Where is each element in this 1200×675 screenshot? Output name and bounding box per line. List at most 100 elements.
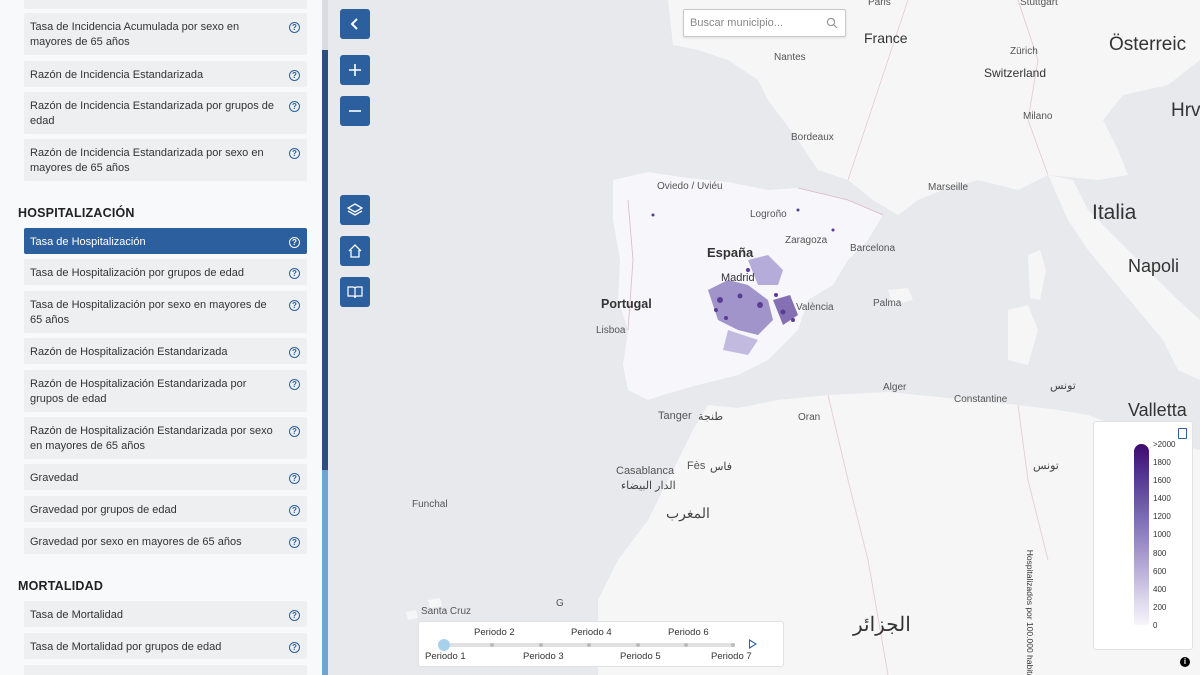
map-label-maghrib: المغرب [666, 505, 710, 521]
play-icon[interactable] [749, 639, 757, 649]
menu-item-label: Tasa de Hospitalización por sexo en mayo… [30, 299, 267, 326]
map-label-zaragoza: Zaragoza [785, 235, 828, 246]
help-icon[interactable]: ? [289, 473, 300, 484]
help-icon[interactable]: ? [289, 610, 300, 621]
timeline-label-period-4[interactable]: Periodo 4 [571, 627, 612, 638]
menu-item-tasa-mortalidad-edad[interactable]: Tasa de Mortalidad por grupos de edad ? [24, 633, 307, 659]
help-icon[interactable]: ? [289, 300, 300, 311]
collapse-sidebar-button[interactable] [340, 9, 370, 39]
legend-tick: >2000 [1153, 440, 1176, 449]
map-label-stuttgart: Stuttgart [1020, 0, 1058, 8]
timeline-handle[interactable] [438, 639, 450, 651]
menu-item-label: Tasa de Hospitalización [30, 236, 146, 248]
help-icon[interactable]: ? [289, 237, 300, 248]
home-icon [348, 244, 362, 258]
map-label-tanger-ar: طنجة [698, 411, 724, 423]
help-icon[interactable]: ? [289, 347, 300, 358]
menu-item-gravedad-edad[interactable]: Gravedad por grupos de edad ? [24, 496, 307, 522]
menu-item-tasa-mortalidad[interactable]: Tasa de Mortalidad ? [24, 601, 307, 627]
map-canvas[interactable]: Paris Stuttgart France Österreic Nantes … [328, 0, 1200, 675]
menu-item-label: Razón de Incidencia Estandarizada por se… [30, 147, 264, 174]
timeline-tick[interactable] [636, 643, 640, 647]
legend-tick: 1600 [1153, 476, 1171, 485]
help-icon[interactable]: ? [289, 22, 300, 33]
chevron-left-icon [350, 18, 358, 30]
legend-tick: 1400 [1153, 494, 1171, 503]
menu-item-razon-hosp-sexo-65[interactable]: Razón de Hospitalización Estandarizada p… [24, 417, 307, 459]
menu-item-partial-bottom[interactable] [24, 665, 307, 675]
timeline-label-period-6[interactable]: Periodo 6 [668, 627, 709, 638]
timeline-tick[interactable] [490, 643, 494, 647]
map-label-palma: Palma [873, 298, 902, 309]
map-label-madrid: Madrid [721, 272, 755, 284]
menu-item-tasa-hospitalizacion[interactable]: Tasa de Hospitalización ? [24, 228, 307, 254]
period-timeline[interactable]: Periodo 2 Periodo 4 Periodo 6 Periodo 1 … [418, 621, 784, 667]
legend-tick: 800 [1153, 549, 1167, 558]
menu-item-razon-hosp-edad[interactable]: Razón de Hospitalización Estandarizada p… [24, 370, 307, 412]
menu-item-label: Gravedad por sexo en mayores de 65 años [30, 536, 242, 548]
menu-item-label: Razón de Hospitalización Estandarizada p… [30, 378, 247, 405]
map-label-barcelona: Barcelona [850, 243, 896, 254]
search-icon[interactable] [826, 17, 838, 29]
home-button[interactable] [340, 236, 370, 266]
timeline-label-period-5[interactable]: Periodo 5 [620, 651, 661, 662]
help-icon[interactable]: ? [289, 379, 300, 390]
help-icon[interactable]: ? [289, 268, 300, 279]
menu-item-razon-incidencia-sexo-65[interactable]: Razón de Incidencia Estandarizada por se… [24, 139, 307, 181]
legend-tick: 0 [1153, 621, 1158, 630]
guide-button[interactable] [340, 277, 370, 307]
legend-tick: 400 [1153, 585, 1167, 594]
map-label-switzerland: Switzerland [984, 66, 1047, 80]
map-label-valletta: Valletta [1128, 400, 1187, 420]
help-icon[interactable]: ? [289, 505, 300, 516]
document-icon[interactable] [1178, 428, 1187, 439]
map-label-logrono: Logroño [750, 209, 787, 220]
zoom-in-button[interactable] [340, 55, 370, 85]
timeline-label-period-7[interactable]: Periodo 7 [711, 651, 752, 662]
map-label-tunis-ar-2: تونس [1033, 460, 1059, 472]
timeline-tick[interactable] [731, 643, 735, 647]
timeline-label-period-3[interactable]: Periodo 3 [523, 651, 564, 662]
layers-icon [347, 203, 363, 216]
map-label-g: G [556, 598, 564, 609]
help-icon[interactable]: ? [289, 537, 300, 548]
map-label-napoli: Napoli [1128, 256, 1180, 276]
legend-title: Hospitalizados por 100.000 habitantes [1025, 549, 1035, 675]
zoom-out-button[interactable] [340, 96, 370, 126]
timeline-tick[interactable] [539, 643, 543, 647]
map-label-france: France [864, 30, 908, 46]
map-label-nantes: Nantes [774, 52, 806, 63]
menu-item-razon-incidencia[interactable]: Razón de Incidencia Estandarizada ? [24, 61, 307, 87]
menu-item-label: Razón de Incidencia Estandarizada [30, 69, 204, 81]
legend-tick: 1000 [1153, 530, 1171, 539]
map-label-lisboa: Lisboa [596, 325, 626, 336]
menu-item-label: Razón de Incidencia Estandarizada por gr… [30, 100, 274, 127]
minus-icon [349, 110, 361, 112]
help-icon[interactable]: ? [289, 101, 300, 112]
menu-item-razon-incidencia-edad[interactable]: Razón de Incidencia Estandarizada por gr… [24, 92, 307, 134]
layers-button[interactable] [340, 195, 370, 225]
help-icon[interactable]: ? [289, 148, 300, 159]
plus-icon [349, 64, 361, 76]
menu-item-gravedad[interactable]: Gravedad ? [24, 464, 307, 490]
map-label-osterreich: Österreic [1109, 34, 1187, 55]
help-icon[interactable]: ? [289, 70, 300, 81]
timeline-tick[interactable] [587, 643, 591, 647]
menu-item-label: Tasa de Mortalidad [30, 609, 123, 621]
menu-item-partial[interactable] [24, 0, 307, 9]
menu-item-razon-hosp[interactable]: Razón de Hospitalización Estandarizada ? [24, 338, 307, 364]
menu-item-tasa-hosp-edad[interactable]: Tasa de Hospitalización por grupos de ed… [24, 259, 307, 285]
municipality-search-input[interactable] [683, 9, 846, 37]
help-icon[interactable]: ? [289, 426, 300, 437]
menu-item-incidencia-sexo-65[interactable]: Tasa de Incidencia Acumulada por sexo en… [24, 13, 307, 55]
map-label-constantine: Constantine [954, 394, 1008, 405]
timeline-tick[interactable] [684, 643, 688, 647]
timeline-label-period-2[interactable]: Periodo 2 [474, 627, 515, 638]
map-label-milano: Milano [1023, 111, 1053, 122]
menu-item-gravedad-sexo-65[interactable]: Gravedad por sexo en mayores de 65 años … [24, 528, 307, 554]
info-icon[interactable]: i [1180, 657, 1190, 667]
menu-item-tasa-hosp-sexo-65[interactable]: Tasa de Hospitalización por sexo en mayo… [24, 291, 307, 333]
help-icon[interactable]: ? [289, 642, 300, 653]
timeline-label-period-1[interactable]: Periodo 1 [425, 651, 466, 662]
menu-item-label: Razón de Hospitalización Estandarizada p… [30, 425, 273, 452]
